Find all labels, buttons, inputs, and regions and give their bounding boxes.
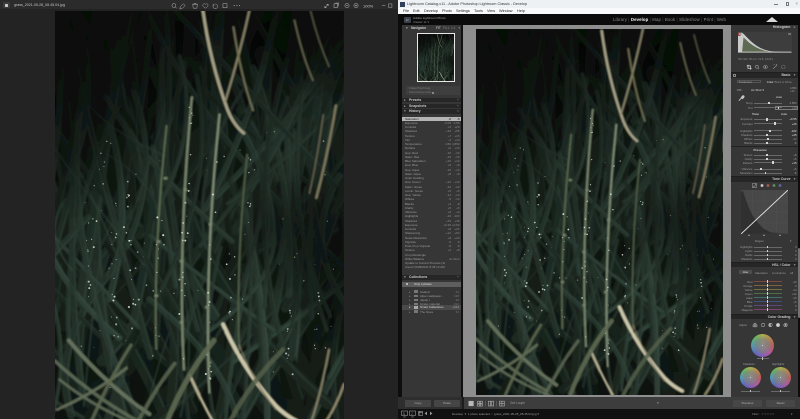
svg-text:100%: 100% [363, 3, 374, 8]
svg-text:2: 2 [411, 412, 413, 416]
svg-text:1: 1 [403, 412, 405, 416]
